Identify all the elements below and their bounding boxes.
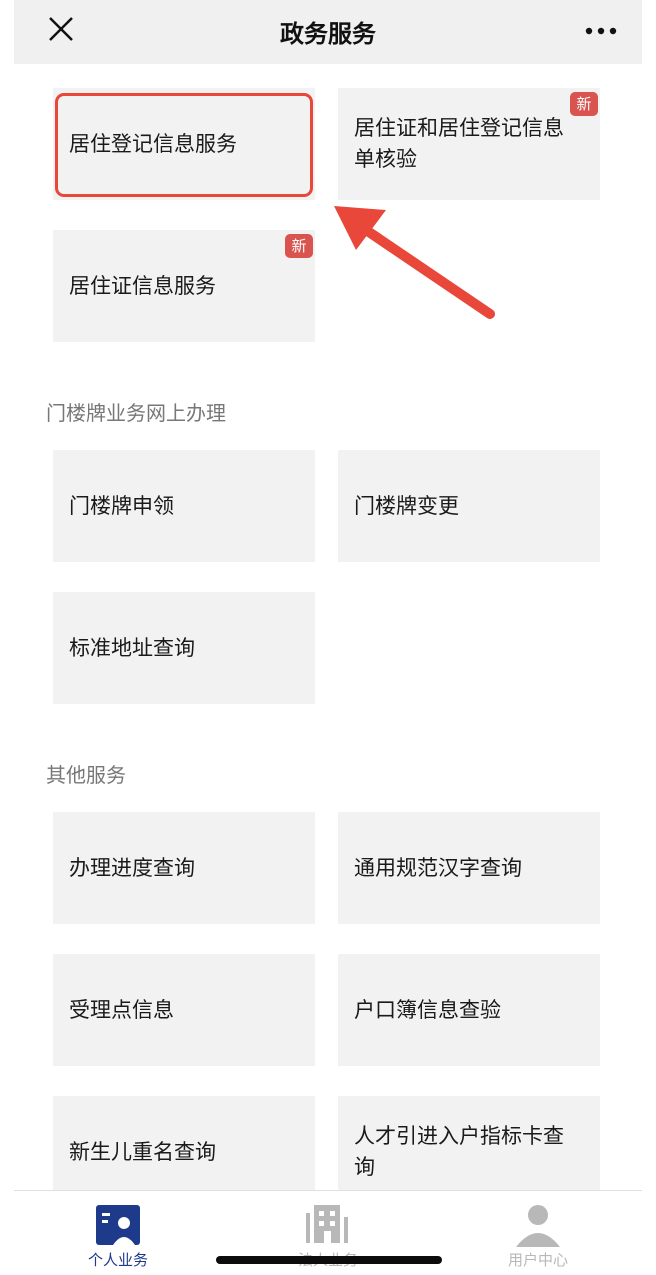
- tile-label: 办理进度查询: [69, 855, 195, 880]
- house-number-change-tile[interactable]: 门楼牌变更: [338, 450, 600, 562]
- more-icon: [585, 27, 617, 35]
- new-badge: 新: [570, 92, 598, 116]
- tile-label: 门楼牌申领: [69, 493, 174, 518]
- residence-permit-info-tile[interactable]: 居住证信息服务 新: [53, 230, 315, 342]
- tab-user-center[interactable]: 用户中心: [448, 1191, 628, 1275]
- tile-label: 居住登记信息服务: [69, 131, 237, 156]
- tile-label: 人才引进入户指标卡查询: [354, 1124, 564, 1179]
- annotation-arrow-icon: [334, 206, 495, 319]
- house-number-apply-tile[interactable]: 门楼牌申领: [53, 450, 315, 562]
- tile-label: 新生儿重名查询: [69, 1139, 216, 1164]
- progress-query-tile[interactable]: 办理进度查询: [53, 812, 315, 924]
- tile-label: 户口簿信息查验: [354, 997, 501, 1022]
- tile-label: 居住证信息服务: [69, 273, 216, 298]
- page-title: 政务服务: [280, 20, 376, 48]
- user-icon: [516, 1205, 560, 1247]
- tile-label: 标准地址查询: [69, 635, 195, 660]
- household-register-verify-tile[interactable]: 户口簿信息查验: [338, 954, 600, 1066]
- person-card-icon: [96, 1205, 140, 1245]
- tile-label: 门楼牌变更: [354, 493, 459, 518]
- tab-label: 用户中心: [507, 1251, 568, 1269]
- tile-label: 居住证和居住登记信息单核验: [354, 116, 564, 171]
- residence-registration-info-tile[interactable]: 居住登记信息服务: [53, 88, 315, 200]
- home-indicator: [216, 1256, 442, 1264]
- tile-label: 受理点信息: [69, 997, 174, 1022]
- standard-chinese-char-query-tile[interactable]: 通用规范汉字查询: [338, 812, 600, 924]
- title-bar: 政务服务: [14, 0, 642, 64]
- new-badge: 新: [285, 234, 313, 258]
- section-title-house-number: 门楼牌业务网上办理: [46, 401, 226, 425]
- tab-personal[interactable]: 个人业务: [28, 1191, 208, 1275]
- service-point-info-tile[interactable]: 受理点信息: [53, 954, 315, 1066]
- tile-label: 通用规范汉字查询: [354, 855, 522, 880]
- residence-permit-verification-tile[interactable]: 居住证和居住登记信息单核验 新: [338, 88, 600, 200]
- more-button[interactable]: [579, 14, 629, 48]
- building-icon: [306, 1205, 348, 1243]
- tab-label: 个人业务: [87, 1251, 148, 1269]
- section-title-other: 其他服务: [46, 763, 126, 787]
- standard-address-query-tile[interactable]: 标准地址查询: [53, 592, 315, 704]
